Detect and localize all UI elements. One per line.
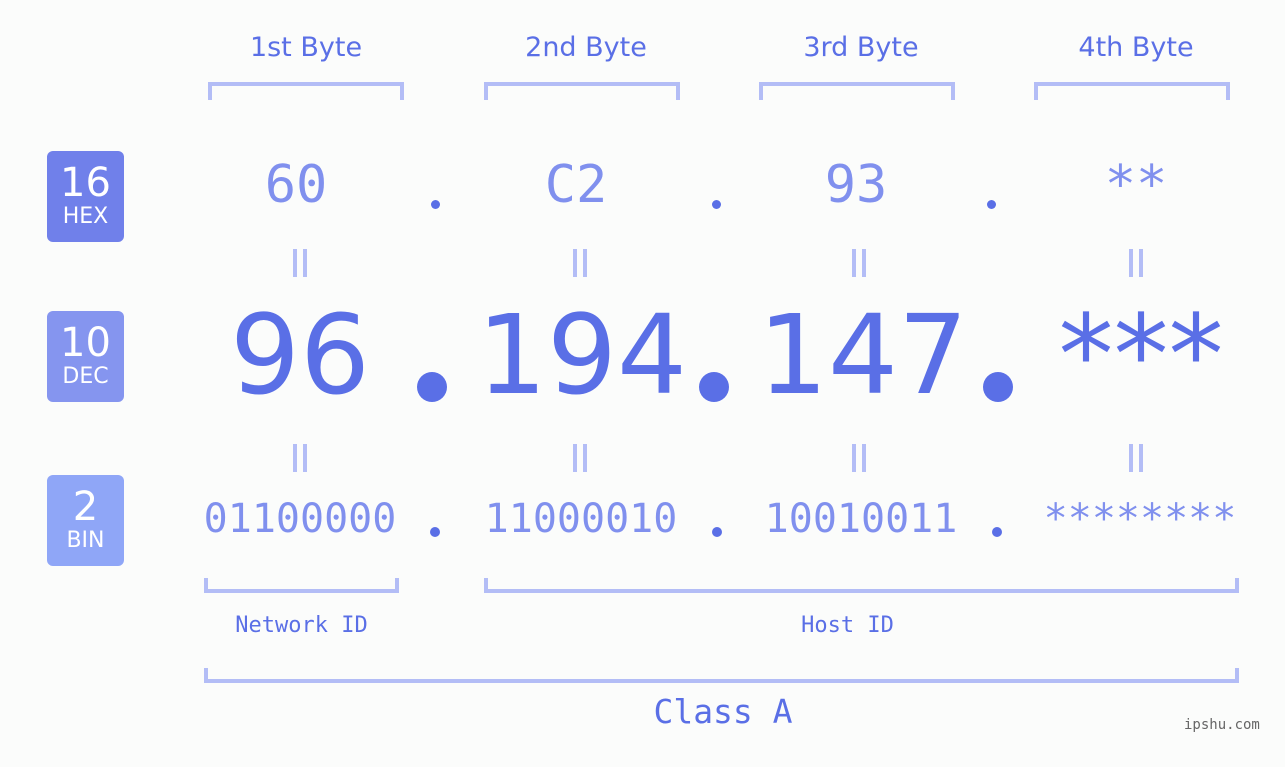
equals-marker (270, 246, 330, 286)
dec-dot-separator (983, 372, 1013, 402)
dec-byte-3: 147 (758, 291, 968, 419)
bin-dot-separator (992, 527, 1002, 537)
dec-dot-separator (417, 372, 447, 402)
hex-byte-4: ** (1104, 155, 1168, 215)
bin-byte-3: 10010011 (764, 496, 958, 542)
hex-badge: 16 HEX (47, 151, 124, 242)
bin-badge-number: 2 (72, 484, 99, 530)
byte-bracket-4 (1034, 82, 1230, 100)
equals-marker (1106, 441, 1166, 481)
bin-badge: 2 BIN (47, 475, 124, 566)
class-label: Class A (653, 692, 793, 731)
hex-byte-3: 93 (824, 155, 888, 215)
bin-dot-separator (712, 527, 722, 537)
equals-marker (829, 246, 889, 286)
hex-dot-separator (431, 200, 440, 209)
dec-badge: 10 DEC (47, 311, 124, 402)
byte-header-1: 1st Byte (249, 32, 363, 63)
equals-marker (550, 246, 610, 286)
network-id-bracket (204, 578, 399, 593)
byte-bracket-1 (208, 82, 404, 100)
bin-dot-separator (430, 527, 440, 537)
dec-badge-number: 10 (60, 320, 111, 366)
equals-marker (829, 441, 889, 481)
hex-dot-separator (712, 200, 721, 209)
hex-byte-1: 60 (264, 155, 328, 215)
bin-byte-4: ******** (1043, 496, 1237, 542)
watermark: ipshu.com (1184, 717, 1260, 733)
hex-dot-separator (987, 200, 996, 209)
class-bracket (204, 668, 1239, 683)
dec-dot-separator (699, 372, 729, 402)
bin-byte-2: 11000010 (484, 496, 678, 542)
byte-bracket-2 (484, 82, 680, 100)
host-id-bracket (484, 578, 1239, 593)
equals-marker (270, 441, 330, 481)
hex-badge-number: 16 (60, 160, 111, 206)
byte-header-4: 4th Byte (1078, 32, 1194, 63)
byte-header-3: 3rd Byte (803, 32, 919, 63)
hex-byte-2: C2 (544, 155, 608, 215)
byte-bracket-3 (759, 82, 955, 100)
byte-header-2: 2nd Byte (525, 32, 647, 63)
dec-byte-4: *** (1058, 291, 1224, 419)
host-id-label: Host ID (801, 613, 894, 638)
dec-byte-2: 194 (477, 291, 687, 419)
bin-byte-1: 01100000 (203, 496, 397, 542)
bin-badge-label: BIN (66, 528, 105, 553)
network-id-label: Network ID (235, 613, 368, 638)
hex-badge-label: HEX (62, 204, 109, 229)
equals-marker (1106, 246, 1166, 286)
dec-byte-1: 96 (230, 291, 370, 419)
dec-badge-label: DEC (62, 364, 109, 389)
equals-marker (550, 441, 610, 481)
